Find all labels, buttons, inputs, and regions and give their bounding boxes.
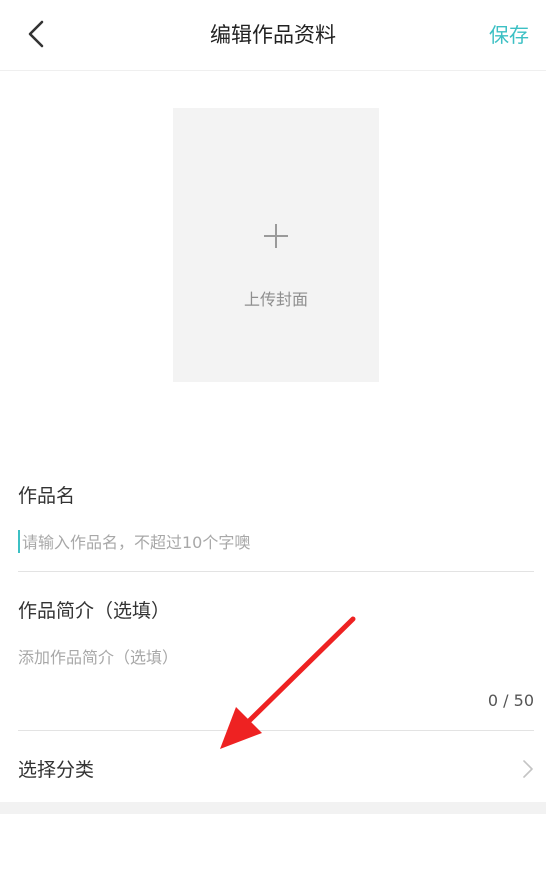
save-button[interactable]: 保存 [489,21,529,49]
upload-cover-label: 上传封面 [243,290,308,309]
chevron-right-icon [523,760,533,778]
upload-cover-button[interactable]: 上传封面 [173,108,379,382]
plus-icon [264,224,288,248]
divider [18,571,534,572]
char-count: 0 / 50 [487,691,534,710]
work-intro-input[interactable] [18,644,518,684]
select-category-label: 选择分类 [18,759,95,781]
section-separator [0,802,546,814]
work-name-label: 作品名 [18,485,76,507]
work-intro-label: 作品简介（选填） [18,600,171,622]
work-name-input[interactable] [18,528,522,556]
page-title: 编辑作品资料 [210,23,336,47]
select-category-row[interactable]: 选择分类 [0,731,546,802]
top-bar: 编辑作品资料 保存 [0,0,546,71]
